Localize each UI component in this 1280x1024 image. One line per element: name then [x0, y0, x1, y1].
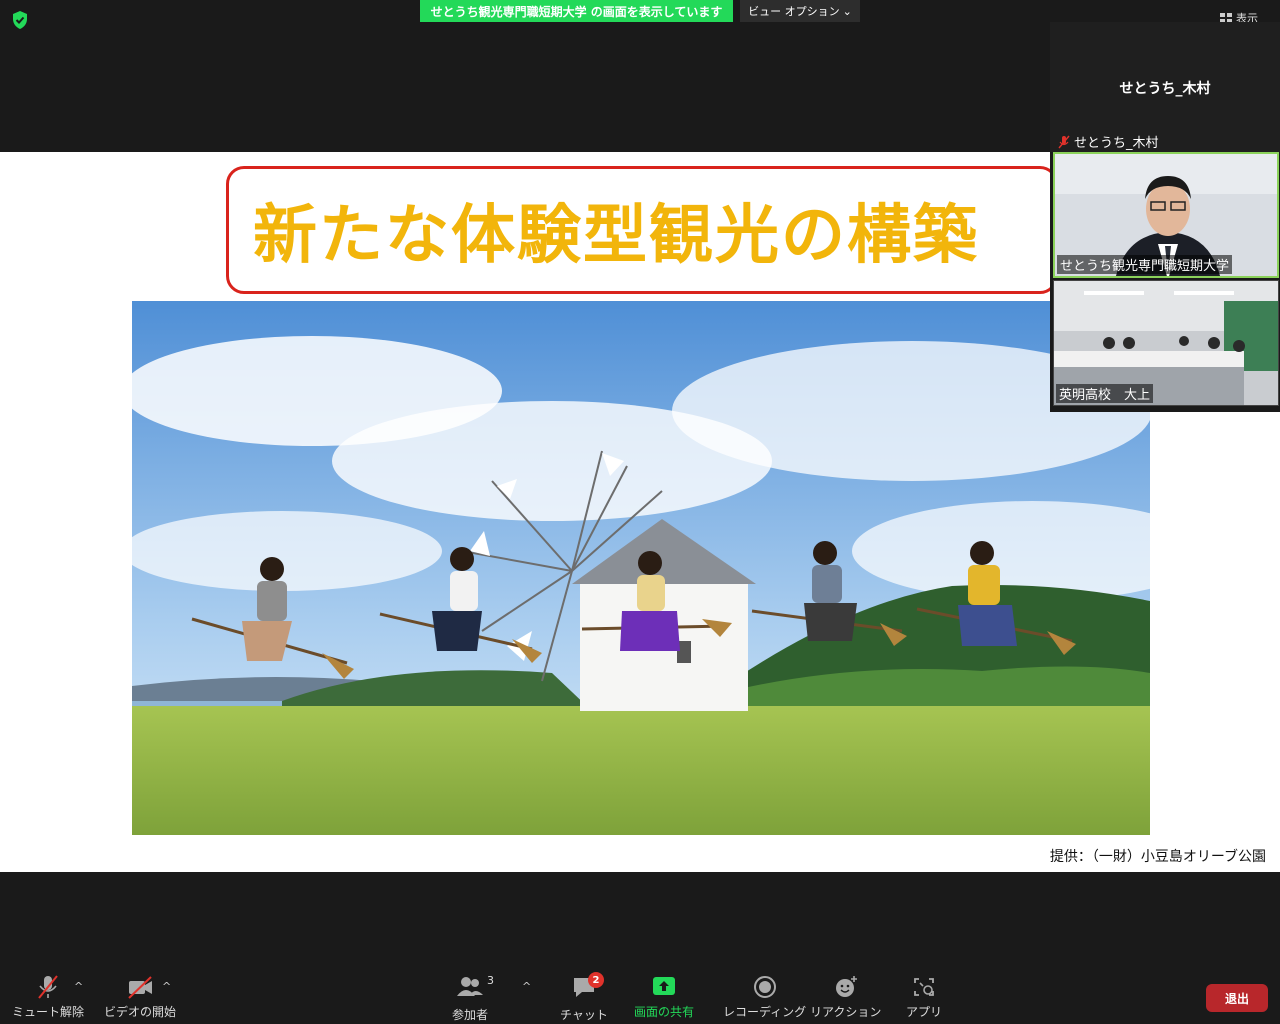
zoom-window: せとうち観光専門職短期大学 の画面を表示しています ビュー オプション ⌄ 表示… [0, 0, 1280, 1024]
leave-label: 退出 [1224, 991, 1249, 1006]
participants-label: 参加者 [452, 1008, 489, 1022]
view-options-label: ビュー オプション [748, 5, 840, 18]
photo-credit: 提供：（一財）小豆島オリーブ公園 [1049, 849, 1266, 865]
record-button[interactable]: レコーディング [723, 974, 806, 1020]
chat-unread-badge: 2 [587, 972, 604, 988]
participants-options-caret[interactable]: ^ [522, 980, 531, 993]
start-video-label: ビデオの開始 [104, 1005, 177, 1019]
participants-button[interactable]: 3 参加者 [452, 974, 494, 1023]
apps-label: アプリ [906, 1005, 943, 1019]
chat-button[interactable]: 2 チャット [560, 972, 608, 1023]
video-options-caret[interactable]: ^ [162, 980, 171, 993]
unmute-label: ミュート解除 [12, 1005, 85, 1019]
self-name-label: せとうち_木村 [1058, 132, 1159, 151]
chevron-down-icon: ⌄ [842, 4, 852, 18]
self-name-display: せとうち_木村 [1119, 81, 1211, 97]
share-screen-icon [653, 977, 675, 995]
slide-title: 新たな体験型観光の構築 [253, 199, 979, 273]
share-screen-label: 画面の共有 [634, 1005, 695, 1019]
leave-button[interactable]: 退出 [1206, 984, 1268, 1012]
slide-title-box: 新たな体験型観光の構築 [226, 166, 1058, 294]
tile-label-highschool: 英明高校 大上 [1056, 384, 1154, 403]
smiley-plus-icon [835, 976, 857, 997]
video-off-icon [128, 976, 152, 999]
reactions-label: リアクション [810, 1005, 882, 1019]
record-label: レコーディング [723, 1005, 807, 1019]
security-shield-icon[interactable] [10, 10, 30, 30]
mic-muted-icon [38, 975, 58, 999]
meeting-toolbar: ミュート解除 ^ ビデオの開始 ^ 3 参加者 ^ 2 チャット 画面の共有 レ… [0, 966, 1280, 1024]
participant-panel: せとうち_木村 せとうち_木村 せとうち観光専門職短期大学 英明高校 大上 [1050, 22, 1280, 412]
participants-icon [457, 977, 483, 996]
apps-icon [914, 978, 934, 996]
record-icon [753, 976, 776, 998]
mic-muted-icon [1058, 135, 1070, 148]
self-video-tile[interactable]: せとうち_木村 せとうち_木村 [1050, 22, 1280, 152]
video-tile-college[interactable]: せとうち観光専門職短期大学 [1053, 152, 1279, 278]
slide-photo [132, 301, 1150, 835]
share-screen-button[interactable]: 画面の共有 [634, 974, 694, 1020]
self-name-text: せとうち_木村 [1074, 136, 1159, 151]
audio-options-caret[interactable]: ^ [74, 980, 83, 993]
participants-count: 3 [487, 974, 494, 987]
video-tile-highschool[interactable]: 英明高校 大上 [1053, 280, 1279, 406]
screen-share-banner: せとうち観光専門職短期大学 の画面を表示しています [420, 0, 733, 22]
chat-label: チャット [560, 1008, 608, 1022]
view-options-button[interactable]: ビュー オプション ⌄ [740, 0, 860, 22]
share-banner-text: せとうち観光専門職短期大学 の画面を表示しています [430, 4, 723, 19]
apps-button[interactable]: アプリ [906, 974, 942, 1020]
tile-label-college: せとうち観光専門職短期大学 [1057, 255, 1233, 274]
reactions-button[interactable]: リアクション [810, 974, 881, 1020]
